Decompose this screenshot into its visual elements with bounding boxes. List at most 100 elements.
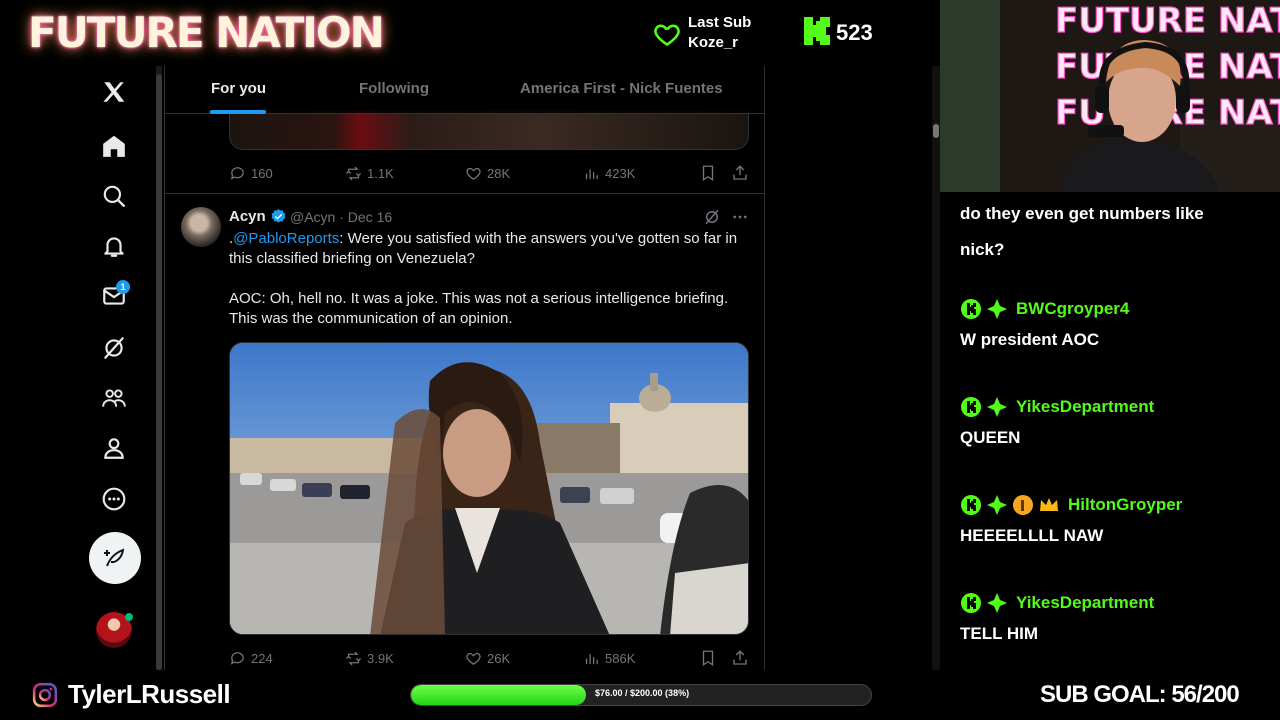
chat-message-text: TELL HIM (960, 624, 1039, 643)
repost-button[interactable]: 1.1K (345, 161, 394, 185)
previous-post-media[interactable] (229, 110, 749, 150)
chat-username[interactable]: YikesDepartment (1016, 593, 1154, 613)
stream-logo: FUTURE NATION (28, 8, 385, 57)
home-icon[interactable] (96, 128, 132, 164)
post-actions: 224 3.9K 26K 586K (229, 646, 749, 670)
search-icon[interactable] (96, 178, 132, 214)
last-sub-name: Koze_r (688, 34, 739, 51)
tab-list-america-first[interactable]: America First - Nick Fuentes (520, 66, 723, 114)
diamond-badge-icon (987, 397, 1007, 417)
chat-message: YikesDepartment TELL HIM (960, 590, 1265, 652)
kick-badge-icon (961, 397, 981, 417)
previous-post-actions: 160 1.1K 28K 423K (229, 161, 749, 185)
grok-explain-icon[interactable] (703, 208, 721, 226)
diamond-badge-icon (987, 593, 1007, 613)
online-status-dot (125, 613, 133, 621)
compose-post-button[interactable] (89, 532, 141, 584)
sub-goal: SUB GOAL: 56/200 (1040, 681, 1240, 708)
bookmark-icon[interactable] (699, 164, 717, 182)
instagram-icon (32, 682, 58, 708)
tab-following[interactable]: Following (359, 66, 429, 114)
post-video-thumbnail[interactable] (229, 342, 749, 635)
like-count: 26K (487, 650, 511, 666)
repost-button[interactable]: 3.9K (345, 646, 394, 670)
chat-username[interactable]: BWCgroyper4 (1016, 299, 1129, 319)
chat-message: BWCgroyper4 W president AOC (960, 296, 1265, 358)
repost-count: 3.9K (367, 650, 394, 666)
x-logo-icon[interactable] (96, 74, 132, 110)
last-sub-label: Last Sub (688, 14, 752, 31)
reply-icon (230, 651, 244, 665)
reply-button[interactable]: 160 (229, 161, 273, 185)
communities-icon[interactable] (96, 380, 132, 416)
post-author-name[interactable]: Acyn (229, 208, 266, 225)
reply-icon (230, 166, 244, 180)
more-circle-icon[interactable] (96, 481, 132, 517)
chat-message-text: HEEEELLLL NAW (960, 526, 1104, 545)
like-button[interactable]: 26K (465, 646, 510, 670)
page-scrollbar-thumb[interactable] (933, 124, 939, 138)
chat-message: YikesDepartment QUEEN (960, 394, 1265, 456)
profile-icon[interactable] (96, 430, 132, 466)
like-count: 28K (487, 165, 511, 181)
left-scrollbar-thumb[interactable] (156, 74, 162, 670)
page-scrollbar-track[interactable] (932, 66, 940, 670)
views-button[interactable]: 423K (583, 161, 635, 185)
chat-message-text: QUEEN (960, 428, 1021, 447)
repost-icon (345, 166, 362, 180)
views-button[interactable]: 586K (583, 646, 635, 670)
timeline: For you Following America First - Nick F… (164, 66, 765, 670)
svg-text:FUTURE NATION: FUTURE NATION (1055, 1, 1280, 41)
post-author-avatar[interactable] (181, 207, 221, 247)
chat-message: nick? (960, 232, 1265, 268)
share-icon[interactable] (731, 164, 749, 182)
one-month-badge-icon (1013, 495, 1033, 515)
reply-count: 160 (251, 165, 273, 181)
like-button[interactable]: 28K (465, 161, 510, 185)
donation-goal-text: $76.00 / $200.00 (38%) (595, 688, 690, 698)
notifications-bell-icon[interactable] (96, 228, 132, 264)
kick-logo-icon (804, 17, 830, 45)
video-scene-image (230, 343, 748, 634)
donation-goal-fill (411, 685, 586, 705)
views-count: 586K (605, 650, 636, 666)
diamond-badge-icon (987, 495, 1007, 515)
instagram-handle: TylerLRussell (68, 679, 231, 709)
diamond-badge-icon (987, 299, 1007, 319)
last-sub-widget: Last Sub Koze_r (652, 12, 792, 56)
active-tab-indicator (210, 110, 266, 114)
stream-chat: do they even get numbers like nick? BWCg… (940, 192, 1280, 670)
chat-message-text: W president AOC (960, 330, 1100, 349)
bookmark-icon[interactable] (699, 649, 717, 667)
views-count: 423K (605, 165, 636, 181)
webcam-image: FUTURE NATION FUTURE NATION FUTURE NATIO… (940, 0, 1280, 192)
post-handle-date[interactable]: @Acyn · Dec 16 (290, 209, 392, 225)
kick-badge-icon (961, 593, 981, 613)
post-text: .@PabloReports: Were you satisfied with … (229, 229, 749, 329)
reply-button[interactable]: 224 (229, 646, 273, 670)
repost-count: 1.1K (367, 165, 394, 181)
feather-plus-icon (104, 548, 125, 567)
post-mention-link[interactable]: @PabloReports (233, 230, 339, 247)
like-heart-icon (466, 167, 481, 180)
repost-icon (345, 651, 362, 665)
left-nav: 1 (0, 66, 158, 670)
timeline-tabs: For you Following America First - Nick F… (165, 66, 764, 114)
grok-icon[interactable] (96, 330, 132, 366)
like-heart-icon (466, 652, 481, 665)
chat-message-text: do they even get numbers like (960, 204, 1204, 223)
kick-badge-icon (961, 299, 981, 319)
heart-icon (654, 24, 680, 47)
tab-for-you[interactable]: For you (211, 66, 266, 114)
share-icon[interactable] (731, 649, 749, 667)
verified-badge-icon (271, 209, 286, 223)
views-bar-chart-icon (585, 168, 598, 179)
post-divider (165, 193, 764, 194)
chat-username[interactable]: YikesDepartment (1016, 397, 1154, 417)
reply-count: 224 (251, 650, 273, 666)
right-sidebar-empty (766, 66, 934, 670)
chat-username[interactable]: HiltonGroyper (1068, 495, 1182, 515)
more-options-icon[interactable] (731, 208, 749, 226)
views-bar-chart-icon (585, 653, 598, 664)
messages-badge: 1 (116, 280, 130, 294)
